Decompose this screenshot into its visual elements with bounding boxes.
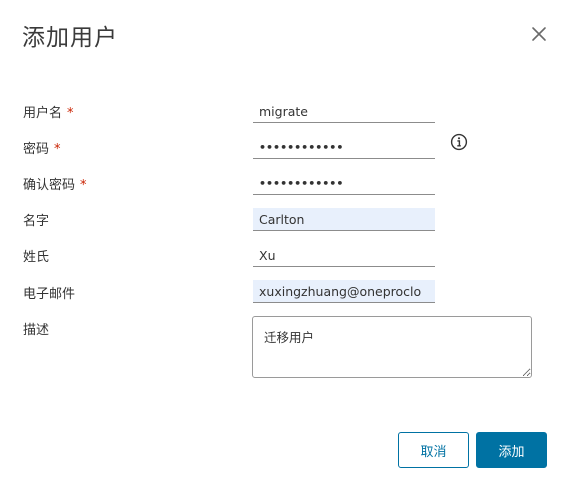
confirm-password-label-text: 确认密码 [23, 178, 76, 193]
username-label-text: 用户名 [23, 106, 63, 121]
email-input[interactable] [253, 280, 435, 303]
last-name-label: 姓氏 [23, 250, 50, 265]
last-name-input[interactable] [253, 244, 435, 267]
cancel-button[interactable]: 取消 [398, 432, 469, 468]
first-name-label: 名字 [23, 214, 50, 229]
username-input[interactable] [253, 100, 435, 123]
add-user-dialog: 添加用户 用户名 * 密码 * 确认密码 * 名字 姓氏 电子邮件 描述 迁移用户 取… [0, 0, 567, 489]
info-icon[interactable] [450, 133, 468, 151]
confirm-password-input[interactable] [253, 172, 435, 195]
description-label: 描述 [23, 323, 50, 338]
close-icon[interactable] [529, 24, 549, 44]
username-label: 用户名 * [23, 102, 74, 121]
password-label: 密码 * [23, 138, 61, 157]
required-marker: * [67, 106, 74, 121]
first-name-input[interactable] [253, 208, 435, 231]
description-textarea[interactable]: 迁移用户 [252, 316, 532, 378]
email-label: 电子邮件 [23, 287, 76, 302]
confirm-password-label: 确认密码 * [23, 174, 87, 193]
password-input[interactable] [253, 136, 435, 159]
dialog-title: 添加用户 [22, 25, 118, 51]
password-label-text: 密码 [23, 142, 50, 157]
add-button[interactable]: 添加 [476, 432, 547, 468]
required-marker: * [54, 142, 61, 157]
required-marker: * [80, 178, 87, 193]
